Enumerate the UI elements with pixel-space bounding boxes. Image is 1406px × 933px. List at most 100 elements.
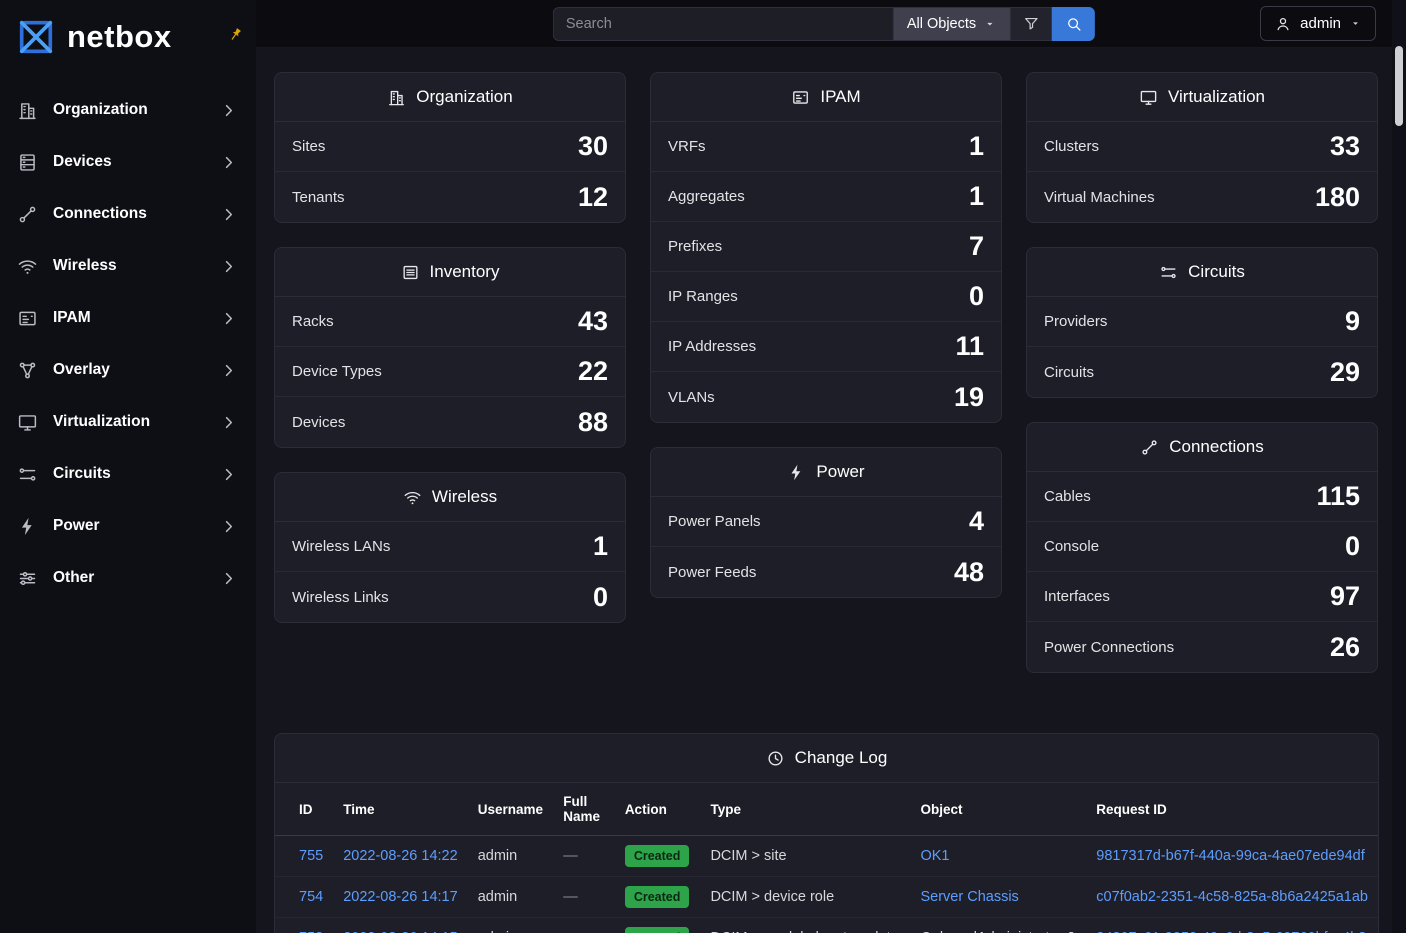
sidebar-item-label: Overlay (53, 361, 203, 379)
history-icon (766, 749, 785, 768)
netbox-logo[interactable]: netbox (14, 15, 172, 59)
search-group: All Objects (553, 7, 1095, 41)
action-badge: Created (625, 886, 690, 908)
funnel-icon (1023, 15, 1040, 32)
scrollbar-thumb[interactable] (1395, 46, 1403, 126)
cell-full-name: — (553, 836, 615, 877)
stat-label[interactable]: IP Ranges (668, 288, 738, 305)
cell-object: OK1 (910, 836, 1086, 877)
stat-label[interactable]: Virtual Machines (1044, 189, 1155, 206)
sidebar-item-power[interactable]: Power (0, 500, 256, 552)
cell-request-id-link[interactable]: c07f0ab2-2351-4c58-825a-8b6a2425a1ab (1096, 889, 1368, 905)
chevron-right-icon (218, 152, 239, 173)
stat-label[interactable]: Aggregates (668, 188, 745, 205)
sidebar-item-overlay[interactable]: Overlay (0, 344, 256, 396)
sidebar-item-connections[interactable]: Connections (0, 188, 256, 240)
stat-value: 30 (578, 133, 608, 160)
pin-sidebar-icon[interactable] (227, 26, 244, 43)
building-icon (387, 88, 406, 107)
sidebar-item-devices[interactable]: Devices (0, 136, 256, 188)
filter-button[interactable] (1011, 7, 1052, 41)
stat-label[interactable]: Power Feeds (668, 564, 756, 581)
topbar: All Objects admin (256, 0, 1392, 48)
logo-icon (14, 15, 58, 59)
cell-request-id: 9817317d-b67f-440a-99ca-4ae07ede94df (1086, 836, 1378, 877)
person-icon (1274, 15, 1292, 33)
stat-label[interactable]: Device Types (292, 363, 382, 380)
stat-label[interactable]: Interfaces (1044, 588, 1110, 605)
cell-id-link[interactable]: 755 (299, 848, 323, 864)
stat-value: 7 (969, 233, 984, 260)
chevron-right-icon (218, 308, 239, 329)
stat-label[interactable]: Circuits (1044, 364, 1094, 381)
cell-request-id-link[interactable]: 9817317d-b67f-440a-99ca-4ae07ede94df (1096, 848, 1364, 864)
stat-label[interactable]: Power Panels (668, 513, 761, 530)
stat-label[interactable]: Racks (292, 313, 334, 330)
stat-row-prefixes: Prefixes 7 (651, 222, 1001, 272)
column-header-id: ID (275, 783, 333, 836)
sidebar-item-other[interactable]: Other (0, 552, 256, 604)
chevron-right-icon (218, 100, 239, 121)
stat-label[interactable]: Console (1044, 538, 1099, 555)
sidebar-item-virtualization[interactable]: Virtualization (0, 396, 256, 448)
card-power: PowerPower Panels4Power Feeds48 (650, 447, 1002, 598)
sidebar-item-organization[interactable]: Organization (0, 84, 256, 136)
sidebar-item-wireless[interactable]: Wireless (0, 240, 256, 292)
stat-value: 12 (578, 184, 608, 211)
chevron-right-icon (218, 568, 239, 589)
user-menu-button[interactable]: admin (1260, 6, 1376, 41)
object-type-button[interactable]: All Objects (893, 7, 1011, 41)
cell-time-link[interactable]: 2022-08-26 14:22 (343, 848, 458, 864)
search-icon (1065, 15, 1083, 33)
sidebar-item-circuits[interactable]: Circuits (0, 448, 256, 500)
stat-label[interactable]: Devices (292, 414, 345, 431)
stat-label[interactable]: VRFs (668, 138, 706, 155)
cell-object-link[interactable]: OK1 (920, 848, 949, 864)
dashboard-grid: OrganizationSites30Tenants12InventoryRac… (274, 72, 1379, 697)
stat-label[interactable]: Tenants (292, 189, 345, 206)
search-input[interactable] (553, 7, 893, 41)
stat-row-console: Console 0 (1027, 522, 1377, 572)
stat-label[interactable]: Sites (292, 138, 325, 155)
card-title: Circuits (1027, 248, 1377, 297)
stat-label[interactable]: Power Connections (1044, 639, 1174, 656)
cell-action: Created (615, 877, 701, 918)
cell-time-link[interactable]: 2022-08-26 14:17 (343, 889, 458, 905)
stat-row-circuits: Circuits29 (1027, 347, 1377, 397)
stat-value: 1 (969, 133, 984, 160)
stat-label[interactable]: IP Addresses (668, 338, 756, 355)
cell-object-link[interactable]: Server Chassis (920, 889, 1018, 905)
stat-label[interactable]: Providers (1044, 313, 1107, 330)
caret-down-icon (983, 17, 997, 31)
cell-id-link[interactable]: 754 (299, 889, 323, 905)
sidebar-menu: Organization DevicesConnectionsWirelessIP… (0, 74, 256, 614)
chevron-right-icon (218, 204, 239, 225)
chevron-right-icon (218, 256, 239, 277)
ipam-icon (791, 88, 810, 107)
stat-label[interactable]: Clusters (1044, 138, 1099, 155)
stat-value: 22 (578, 358, 608, 385)
main: All Objects admin OrganizationSites30Ten… (256, 0, 1392, 933)
sidebar-item-ipam[interactable]: IPAM (0, 292, 256, 344)
stat-row-providers: Providers9 (1027, 297, 1377, 347)
dashboard-column-3: VirtualizationClusters33Virtual Machines… (1026, 72, 1378, 697)
changelog-row: 7542022-08-26 14:17admin—CreatedDCIM > d… (275, 877, 1378, 918)
stat-row-tenants: Tenants 12 (275, 172, 625, 222)
cell-username: admin (468, 877, 554, 918)
stat-value: 1 (593, 533, 608, 560)
action-badge: Created (625, 927, 690, 933)
cell-time: 2022-08-26 14:15 (333, 918, 468, 933)
search-button[interactable] (1052, 7, 1095, 41)
chevron-right-icon (218, 360, 239, 381)
stat-label[interactable]: Wireless LANs (292, 538, 390, 555)
sidebar-item-label: Organization (53, 101, 203, 119)
stat-value: 1 (969, 183, 984, 210)
stat-label[interactable]: VLANs (668, 389, 715, 406)
stat-label[interactable]: Cables (1044, 488, 1091, 505)
chevron-right-icon (218, 412, 239, 433)
stat-label[interactable]: Wireless Links (292, 589, 389, 606)
stat-label[interactable]: Prefixes (668, 238, 722, 255)
scrollbar[interactable] (1392, 0, 1406, 933)
cell-time: 2022-08-26 14:22 (333, 836, 468, 877)
stat-value: 0 (1345, 533, 1360, 560)
